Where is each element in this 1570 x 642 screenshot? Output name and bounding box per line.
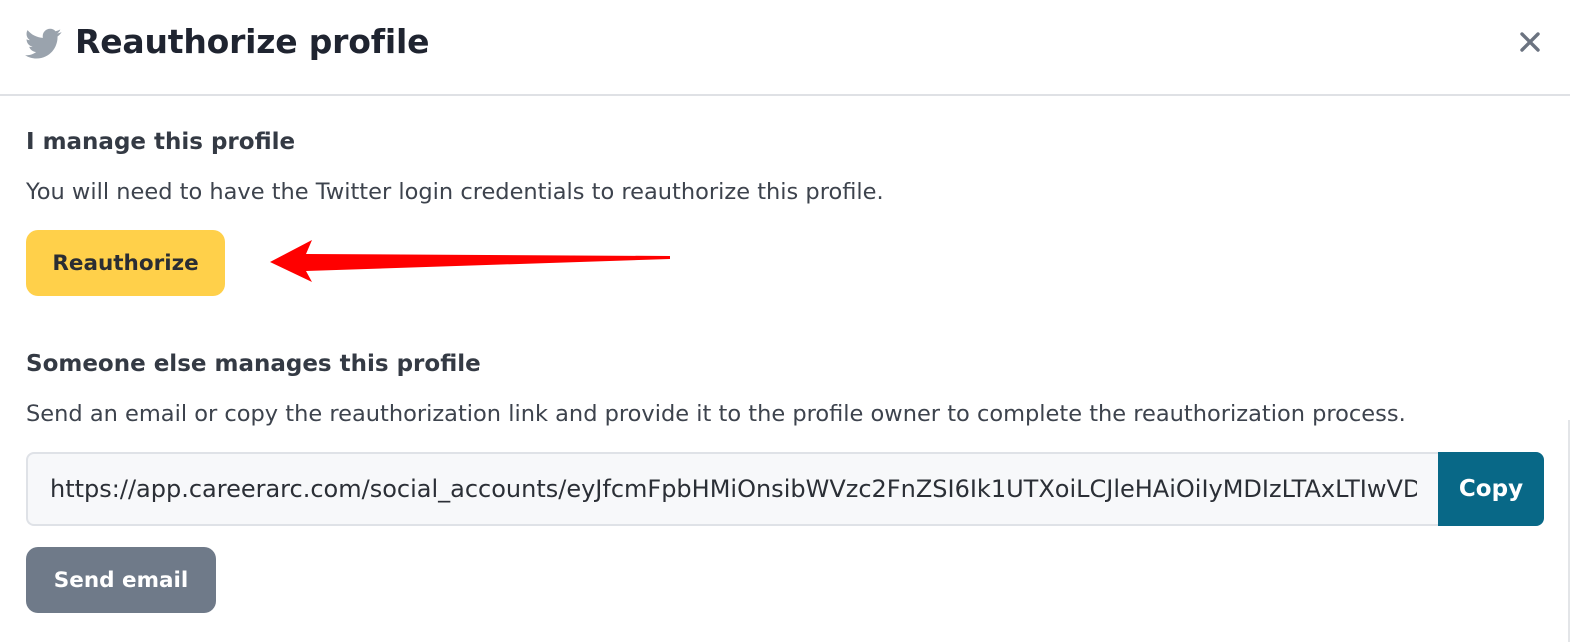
self-managed-heading: I manage this profile	[26, 129, 296, 155]
reauthorize-modal: Reauthorize profile I manage this profil…	[0, 0, 1570, 642]
copy-button[interactable]: Copy	[1438, 452, 1544, 526]
other-managed-description: Send an email or copy the reauthorizatio…	[26, 401, 1406, 427]
other-managed-heading: Someone else manages this profile	[26, 351, 481, 377]
self-managed-description: You will need to have the Twitter login …	[26, 179, 884, 205]
modal-header: Reauthorize profile	[0, 0, 1570, 96]
modal-title: Reauthorize profile	[75, 22, 430, 61]
red-arrow-annotation	[270, 240, 670, 282]
send-email-button[interactable]: Send email	[26, 547, 216, 613]
reauthorization-link-field[interactable]	[26, 452, 1439, 526]
close-icon[interactable]	[1516, 28, 1544, 56]
reauthorize-button[interactable]: Reauthorize	[26, 230, 225, 296]
twitter-bird-icon	[25, 28, 62, 59]
